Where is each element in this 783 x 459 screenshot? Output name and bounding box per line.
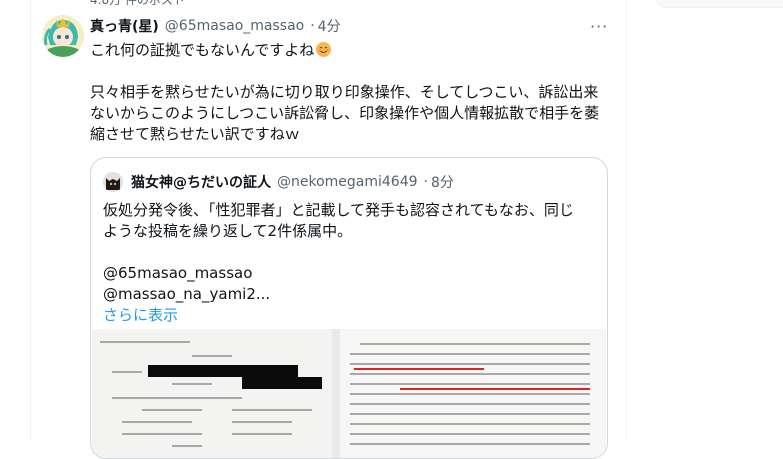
quote-text: 仮処分発令後、「性犯罪者」と記載して発手も認容されてもなお、同じ ような投稿を繰… (103, 200, 593, 326)
sidebar-search-box[interactable] (655, 0, 783, 8)
timeline-left-border (30, 0, 31, 440)
cat-avatar-image (103, 172, 123, 192)
red-underline (354, 368, 484, 370)
doc-text-line (232, 421, 292, 423)
doc-text-line (350, 403, 590, 405)
doc-text-line (122, 421, 192, 423)
display-name[interactable]: 真っ青(星) (90, 16, 159, 36)
doc-text-line (350, 423, 590, 425)
doc-text-line (122, 433, 202, 435)
quote-timestamp[interactable]: 8分 (431, 172, 454, 192)
doc-text-line (350, 353, 590, 355)
quote-header: 猫女神@ちだいの証人 @nekomegami4649 · 8分 (131, 172, 454, 192)
timestamp[interactable]: 4分 (318, 16, 341, 36)
show-more-link[interactable]: さらに表示 (103, 305, 593, 326)
quote-display-name[interactable]: 猫女神@ちだいの証人 (131, 172, 271, 192)
doc-text-line (350, 433, 590, 435)
tweet-header: 真っ青(星) @65masao_massao · 4分 (90, 15, 341, 37)
avatar-image (42, 15, 84, 57)
quote-handle[interactable]: @nekomegami4649 (277, 174, 418, 190)
timeline-right-border (626, 0, 627, 440)
doc-text-line (172, 445, 202, 447)
tweet-line-2: 只々相手を黙らせたいが為に切り取り印象操作、そしてしつこい、訴訟出来 (90, 83, 599, 101)
doc-text-line (112, 371, 142, 373)
quote-line-1: 仮処分発令後、「性犯罪者」と記載して発手も認容されてもなお、同じ (103, 201, 574, 219)
red-underline (400, 388, 590, 390)
quote-line-2: ような投稿を繰り返して2件係属中。 (103, 222, 353, 240)
avatar[interactable] (42, 15, 84, 57)
doc-text-line (142, 409, 202, 411)
separator-dot: · (310, 18, 315, 34)
tweet-text: これ何の証拠でもないんですよね 只々相手を黙らせたいが為に切り取り印象操作、そし… (90, 40, 610, 145)
doc-text-line (232, 433, 292, 435)
tweet-line-1: これ何の証拠でもないんですよね (90, 41, 315, 59)
more-options-icon[interactable]: ··· (590, 17, 608, 36)
smiling-face-emoji-icon (316, 42, 332, 57)
doc-text-line (172, 383, 212, 385)
quote-avatar[interactable] (103, 172, 123, 192)
doc-text-line (232, 409, 312, 411)
mention-1[interactable]: @65masao_massao (103, 263, 593, 284)
previous-tweet-fragment: 4.8万 件のポスト (90, 0, 185, 7)
tweet-line-4: 縮させて黙らせたい訳ですねｗ (90, 125, 300, 143)
doc-text-line (192, 355, 232, 357)
mention-2[interactable]: @massao_na_yami2... (103, 284, 593, 305)
doc-text-line (350, 443, 590, 445)
doc-text-line (100, 341, 190, 343)
doc-text-line (350, 393, 590, 395)
doc-text-line (360, 343, 590, 345)
doc-text-line (112, 397, 242, 399)
redaction-bar (148, 365, 298, 377)
tweet-line-3: ないからこのようにしつこい訴訟脅し、印象操作や個人情報拡散で相手を萎 (90, 104, 600, 122)
doc-text-line (350, 383, 590, 385)
quoted-tweet[interactable]: 猫女神@ちだいの証人 @nekomegami4649 · 8分 仮処分発令後、「… (90, 157, 608, 459)
doc-text-line (350, 373, 590, 375)
handle[interactable]: @65masao_massao (165, 18, 304, 34)
quote-separator-dot: · (423, 174, 428, 190)
redaction-bar (242, 377, 322, 389)
doc-text-line (350, 363, 590, 365)
doc-text-line (350, 413, 590, 415)
